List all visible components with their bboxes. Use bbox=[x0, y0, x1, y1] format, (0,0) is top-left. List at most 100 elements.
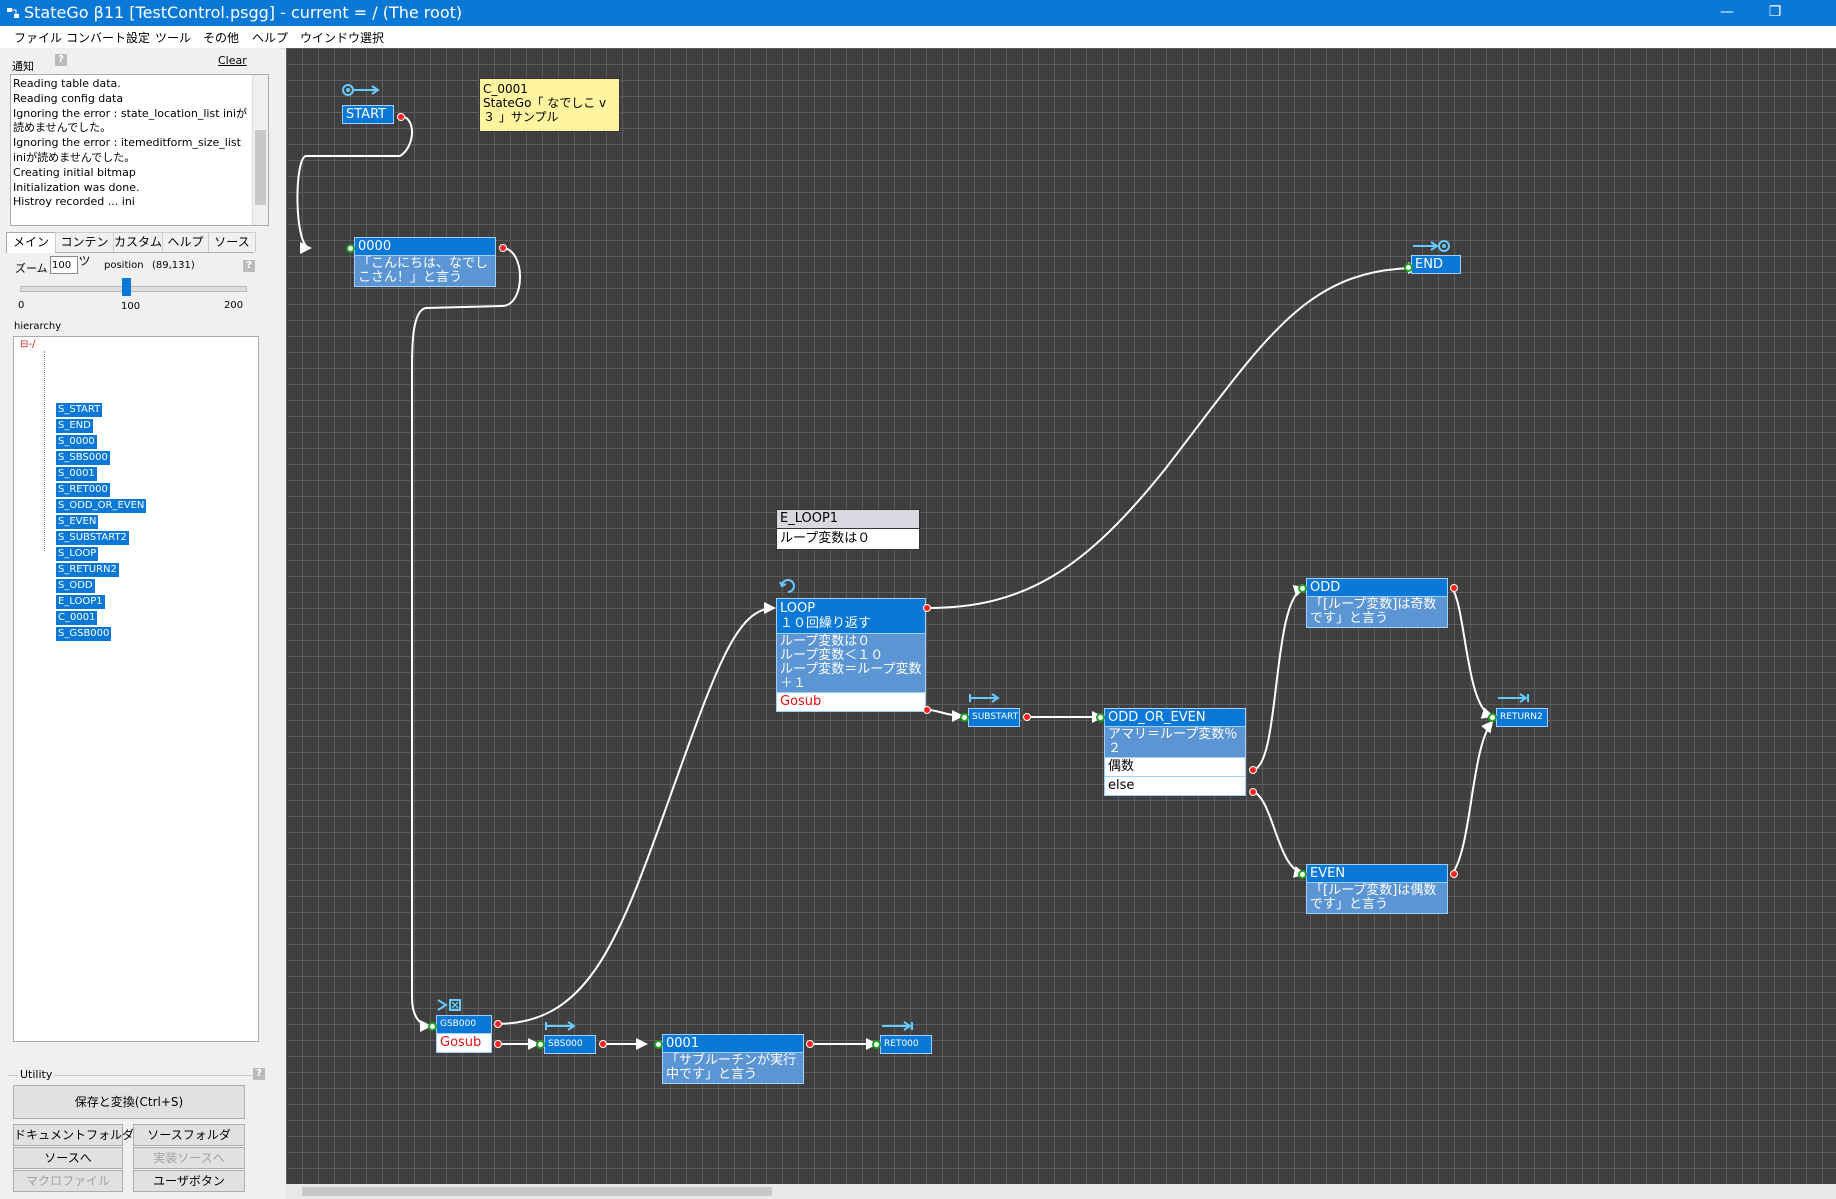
restore-button[interactable]: ❐ bbox=[1752, 0, 1798, 26]
tab-help[interactable]: ヘルプ bbox=[162, 232, 209, 252]
node-substart2[interactable]: SUBSTART2 bbox=[968, 708, 1020, 727]
log-scrollbar[interactable] bbox=[252, 75, 268, 225]
node-odd-or-even[interactable]: ODD_OR_EVEN アマリ＝ループ変数％２ 偶数 else bbox=[1104, 708, 1246, 796]
output-port[interactable] bbox=[1249, 788, 1257, 796]
help-icon[interactable]: ? bbox=[243, 260, 255, 272]
node-0001[interactable]: 0001 「サブルーチンが実行中です」と言う bbox=[662, 1034, 804, 1084]
tree-item[interactable]: S_LOOP bbox=[56, 547, 99, 561]
output-port[interactable] bbox=[1450, 584, 1458, 592]
node-body: 「[ループ変数]は奇数です」と言う bbox=[1306, 597, 1448, 628]
tree-root[interactable]: ⊟-/ bbox=[20, 339, 35, 350]
menu-tools[interactable]: ツール bbox=[155, 29, 191, 46]
help-icon[interactable]: ? bbox=[55, 54, 67, 66]
tab-contents[interactable]: コンテンツ bbox=[55, 232, 114, 268]
to-impl-source-button[interactable]: 実装ソースへ bbox=[133, 1147, 245, 1169]
substart-icon bbox=[969, 693, 1000, 703]
tree-item[interactable]: C_0001 bbox=[56, 611, 98, 625]
node-gsb000[interactable]: GSB000 Gosub bbox=[436, 1015, 492, 1053]
node-title: RETURN2 bbox=[1496, 708, 1548, 727]
slider-min-label: 0 bbox=[18, 300, 25, 311]
output-port[interactable] bbox=[923, 706, 931, 714]
output-port[interactable] bbox=[599, 1040, 607, 1048]
window-title: StateGo β11 [TestControl.psgg] - current… bbox=[24, 3, 463, 22]
tab-source[interactable]: ソース bbox=[208, 232, 256, 252]
document-folder-button[interactable]: ドキュメントフォルダ bbox=[13, 1124, 134, 1146]
node-body: 「こんにちは、なでしこさん！」と言う bbox=[354, 256, 496, 287]
eloop-node[interactable]: E_LOOP1 ループ変数は０ bbox=[776, 509, 920, 550]
menu-file[interactable]: ファイル bbox=[14, 29, 62, 46]
comment-c0001[interactable]: C_0001 StateGo「 なでしこ v３ 」サンプル bbox=[479, 78, 620, 132]
node-return2[interactable]: RETURN2 bbox=[1496, 708, 1548, 727]
log-line: Reading config data bbox=[13, 91, 124, 105]
hierarchy-tree[interactable]: ⊟-/ S_START S_END S_0000 S_SBS000 S_0001… bbox=[13, 336, 259, 1042]
macro-file-button[interactable]: マクロファイル bbox=[13, 1170, 123, 1192]
tree-item[interactable]: S_END bbox=[56, 419, 93, 433]
tree-item[interactable]: S_START bbox=[56, 403, 103, 417]
input-port[interactable] bbox=[654, 1040, 663, 1049]
output-port[interactable] bbox=[1450, 870, 1458, 878]
tree-item[interactable]: S_RETURN2 bbox=[56, 563, 119, 577]
menu-help[interactable]: ヘルプ bbox=[252, 29, 288, 46]
to-source-button[interactable]: ソースへ bbox=[13, 1147, 123, 1169]
clear-link[interactable]: Clear bbox=[218, 54, 247, 67]
output-port[interactable] bbox=[923, 604, 931, 612]
node-0000[interactable]: 0000 「こんにちは、なでしこさん！」と言う bbox=[354, 237, 496, 287]
comment-text: StateGo「 なでしこ v３ 」サンプル bbox=[483, 96, 607, 124]
input-port[interactable] bbox=[1298, 870, 1307, 879]
tree-item[interactable]: S_ODD bbox=[56, 579, 95, 593]
node-odd[interactable]: ODD 「[ループ変数]は奇数です」と言う bbox=[1306, 578, 1448, 628]
output-port[interactable] bbox=[1023, 713, 1031, 721]
tree-item[interactable]: S_0000 bbox=[56, 435, 97, 449]
input-port[interactable] bbox=[346, 244, 355, 253]
node-even[interactable]: EVEN 「[ループ変数]は偶数です」と言う bbox=[1306, 864, 1448, 914]
tree-item[interactable]: S_SBS000 bbox=[56, 451, 110, 465]
help-icon[interactable]: ? bbox=[253, 1068, 265, 1080]
title-bar: StateGo β11 [TestControl.psgg] - current… bbox=[0, 0, 1836, 26]
tree-item[interactable]: S_SUBSTART2 bbox=[56, 531, 129, 545]
output-port[interactable] bbox=[494, 1020, 502, 1028]
zoom-input[interactable] bbox=[50, 256, 78, 274]
tab-custom[interactable]: カスタム bbox=[113, 232, 163, 252]
input-port[interactable] bbox=[1488, 713, 1497, 722]
save-convert-button[interactable]: 保存と変換(Ctrl+S) bbox=[13, 1085, 245, 1119]
input-port[interactable] bbox=[1298, 584, 1307, 593]
input-port[interactable] bbox=[1404, 263, 1413, 272]
tree-item[interactable]: S_GSB000 bbox=[56, 627, 112, 641]
node-title: EVEN bbox=[1306, 864, 1448, 883]
menu-convert-settings[interactable]: コンバート設定 bbox=[66, 29, 150, 46]
app-icon bbox=[7, 8, 19, 18]
input-port[interactable] bbox=[872, 1040, 881, 1049]
node-sbs000[interactable]: SBS000 bbox=[544, 1035, 596, 1054]
menu-window-select[interactable]: ウインドウ選択 bbox=[300, 29, 384, 46]
output-port[interactable] bbox=[494, 1040, 502, 1048]
hscroll-thumb[interactable] bbox=[302, 1187, 772, 1196]
tree-item[interactable]: S_EVEN bbox=[56, 515, 99, 529]
node-ret000[interactable]: RET000 bbox=[880, 1035, 932, 1054]
node-loop[interactable]: LOOP １０回繰り返す ループ変数は０ ループ変数＜１０ ループ変数＝ループ変… bbox=[776, 598, 926, 712]
tree-item[interactable]: S_RET000 bbox=[56, 483, 110, 497]
node-start[interactable]: START bbox=[342, 105, 394, 124]
output-port[interactable] bbox=[397, 113, 405, 121]
input-port[interactable] bbox=[536, 1040, 545, 1049]
notification-log[interactable]: Reading table data. Reading config data … bbox=[10, 74, 269, 226]
log-scroll-thumb[interactable] bbox=[255, 130, 266, 205]
menu-other[interactable]: その他 bbox=[203, 29, 239, 46]
output-port[interactable] bbox=[499, 244, 507, 252]
zoom-slider-thumb[interactable] bbox=[122, 278, 131, 296]
input-port[interactable] bbox=[960, 713, 969, 722]
state-canvas[interactable]: C_0001 StateGo「 なでしこ v３ 」サンプル E_LOOP1 ルー… bbox=[286, 48, 1836, 1184]
input-port[interactable] bbox=[428, 1022, 437, 1031]
canvas-hscrollbar[interactable] bbox=[286, 1184, 1836, 1199]
tree-item[interactable]: S_ODD_OR_EVEN bbox=[56, 499, 147, 513]
zoom-slider-track[interactable] bbox=[20, 286, 247, 292]
node-end[interactable]: END bbox=[1411, 255, 1461, 274]
minimize-button[interactable]: — bbox=[1704, 0, 1750, 26]
input-port[interactable] bbox=[1096, 713, 1105, 722]
output-port[interactable] bbox=[806, 1040, 814, 1048]
tree-item[interactable]: S_0001 bbox=[56, 467, 97, 481]
tree-item[interactable]: E_LOOP1 bbox=[56, 595, 105, 609]
source-folder-button[interactable]: ソースフォルダ bbox=[133, 1124, 245, 1146]
output-port[interactable] bbox=[1249, 766, 1257, 774]
tab-main[interactable]: メイン bbox=[6, 232, 56, 253]
user-button[interactable]: ユーザボタン bbox=[133, 1170, 245, 1192]
